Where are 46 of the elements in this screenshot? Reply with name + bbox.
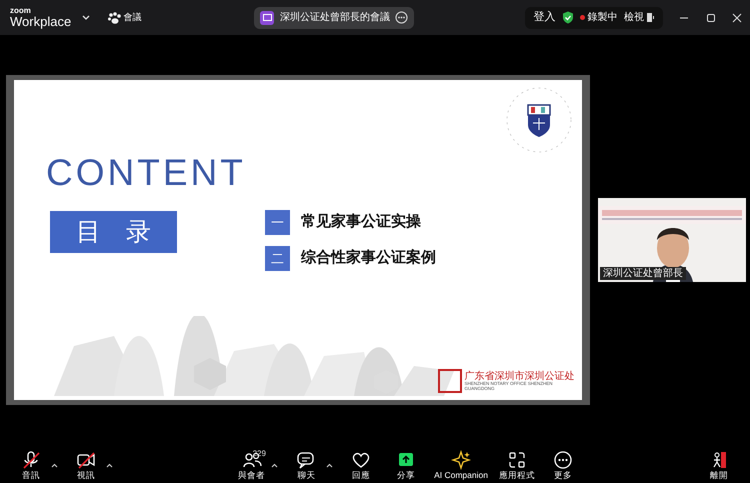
mic-button[interactable]: 音訊 <box>14 450 48 480</box>
maximize-icon[interactable] <box>706 12 716 22</box>
slide-heading: CONTENT <box>46 154 246 191</box>
caret-icon[interactable] <box>106 462 112 468</box>
chat-icon <box>296 450 316 470</box>
close-icon[interactable] <box>732 12 742 22</box>
sign-in-button[interactable]: 登入 <box>532 8 556 27</box>
ai-button[interactable]: AI Companion <box>434 450 488 480</box>
share-button[interactable]: 分享 <box>389 450 424 480</box>
toc-label: 目 录 <box>50 211 177 253</box>
apps-icon <box>506 450 527 470</box>
caret-icon[interactable] <box>271 462 278 468</box>
item-title: 常见家事公证实操 <box>301 212 421 232</box>
item-number: 一 <box>265 210 290 235</box>
layout-icon <box>646 13 654 22</box>
footer-title: 广东省深圳市深圳公证处 <box>464 371 576 382</box>
brand-label: zoom <box>10 7 32 15</box>
participant-count: 229 <box>252 448 266 460</box>
brand-name: Workplace <box>10 15 72 28</box>
meeting-title: 深圳公证处曾部長的會議 <box>280 10 390 25</box>
seal-icon <box>438 369 462 393</box>
leave-button[interactable]: 離開 <box>702 450 736 480</box>
video-button[interactable]: 視訊 <box>68 450 103 480</box>
emblem-icon <box>504 85 574 155</box>
chat-button[interactable]: 聊天 <box>289 450 324 480</box>
caret-icon[interactable] <box>50 462 58 468</box>
view-button[interactable]: 檢視 <box>622 9 654 26</box>
participant-name: 深圳公证处曾部長 <box>600 267 686 280</box>
shield-icon <box>562 11 574 24</box>
item-title: 综合性家事公证案例 <box>301 248 436 268</box>
meeting-title-pill[interactable]: 深圳公证处曾部長的會議 <box>254 6 414 28</box>
meeting-icon <box>260 10 274 24</box>
more-icon[interactable] <box>395 11 408 24</box>
caret-icon[interactable] <box>326 462 334 468</box>
more-icon <box>552 450 573 470</box>
caret-icon[interactable] <box>82 14 90 20</box>
apps-button[interactable]: 應用程式 <box>498 450 535 480</box>
paw-icon <box>108 12 121 24</box>
sparkle-icon <box>451 450 471 470</box>
camera-icon <box>76 450 96 470</box>
recording-label: 錄製中 <box>587 10 618 25</box>
item-number: 二 <box>265 246 290 271</box>
meetings-button[interactable]: 會議 <box>106 10 142 26</box>
reactions-button[interactable]: 回應 <box>344 450 378 480</box>
microphone-icon <box>21 450 41 470</box>
more-button[interactable]: 更多 <box>546 450 580 480</box>
